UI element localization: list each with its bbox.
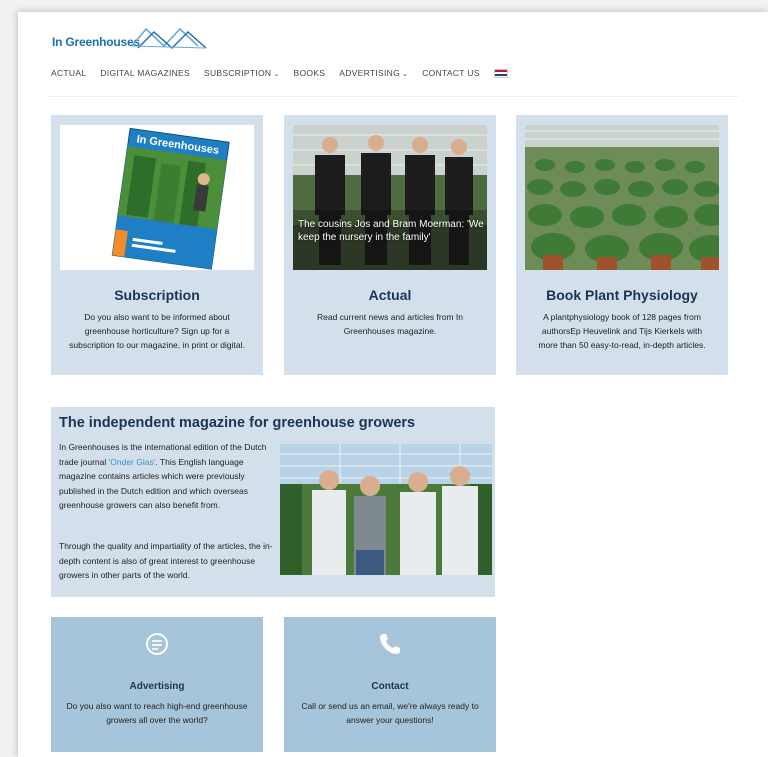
card-title: Actual — [368, 287, 412, 303]
nav-actual[interactable]: ACTUAL — [51, 68, 86, 78]
nav-contact-us[interactable]: CONTACT US — [422, 68, 479, 78]
card-text: Do you also want to be informed about gr… — [69, 312, 245, 350]
phone-icon — [380, 634, 400, 654]
actual-card[interactable]: The cousins Jos and Bram Moerman: 'We ke… — [284, 115, 496, 375]
nav-books[interactable]: BOOKS — [294, 68, 326, 78]
chevron-down-icon: ⌄ — [402, 71, 409, 78]
site-logo[interactable]: In Greenhouses — [52, 26, 222, 56]
logo-mark-icon — [131, 27, 207, 49]
header-divider — [48, 96, 738, 97]
nav-subscription[interactable]: SUBSCRIPTION ⌄ — [204, 68, 280, 78]
card-text: Call or send us an email, we're always r… — [301, 701, 479, 725]
main-nav: ACTUAL DIGITAL MAGAZINES SUBSCRIPTION ⌄ B… — [51, 68, 508, 78]
magazine-cover-image: In Greenhouses — [60, 125, 254, 270]
contact-card[interactable]: Contact Call or send us an email, we're … — [284, 617, 496, 752]
photo-caption: The cousins Jos and Bram Moerman: 'We ke… — [298, 219, 484, 243]
card-text: A plantphysiology book of 128 pages from… — [538, 312, 706, 350]
advertising-card[interactable]: Advertising Do you also want to reach hi… — [51, 617, 263, 752]
subscription-card[interactable]: In Greenhouses Subscription Do you also … — [51, 115, 263, 375]
card-text: Do you also want to reach high-end green… — [66, 701, 248, 725]
about-paragraph-1: In Greenhouses is the international edit… — [59, 442, 267, 510]
greenhouse-plants-photo — [525, 125, 719, 270]
chevron-down-icon: ⌄ — [273, 71, 280, 78]
card-title: Book Plant Physiology — [546, 287, 698, 303]
growers-photo — [280, 444, 492, 575]
chat-bubble-icon — [146, 633, 168, 655]
dutch-flag-icon[interactable] — [493, 68, 508, 78]
onder-glas-link[interactable]: 'Onder Glas' — [109, 457, 156, 467]
book-plant-physiology-card[interactable]: Book Plant Physiology A plantphysiology … — [516, 115, 728, 375]
about-section: The independent magazine for greenhouse … — [51, 407, 495, 597]
card-text: Read current news and articles from In G… — [317, 312, 463, 336]
card-title: Subscription — [114, 287, 200, 303]
nursery-photo: The cousins Jos and Bram Moerman: 'We ke… — [293, 125, 487, 270]
nav-digital-magazines[interactable]: DIGITAL MAGAZINES — [100, 68, 190, 78]
logo-text: In Greenhouses — [52, 35, 140, 49]
page: In Greenhouses ACTUAL DIGITAL MAGAZINES … — [18, 12, 768, 757]
card-title: Contact — [371, 681, 409, 692]
about-title: The independent magazine for greenhouse … — [59, 415, 416, 431]
about-paragraph-2: Through the quality and impartiality of … — [59, 541, 273, 580]
card-title: Advertising — [129, 681, 185, 692]
nav-advertising[interactable]: ADVERTISING ⌄ — [339, 68, 408, 78]
